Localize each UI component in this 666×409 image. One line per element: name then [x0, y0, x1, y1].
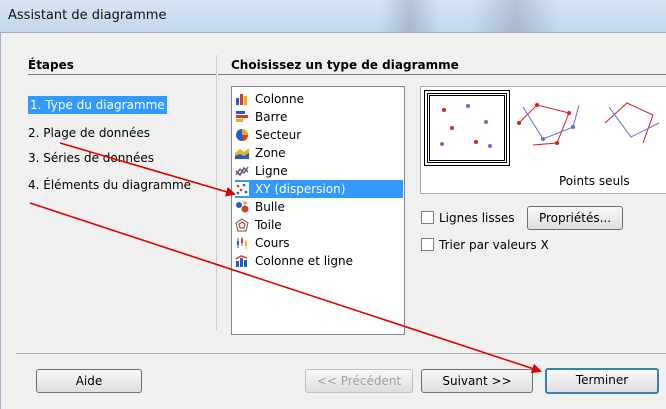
chart-type-label: Secteur	[255, 128, 302, 142]
points-lines-thumbnail	[517, 103, 580, 146]
chart-type-xy-scatter[interactable]: XY (dispersion)	[235, 180, 403, 198]
sort-by-x-checkbox[interactable]: Trier par valeurs X	[421, 236, 549, 254]
chart-type-label: Ligne	[255, 164, 288, 178]
title-bar: Assistant de diagramme	[0, 0, 666, 33]
variant-lines-only[interactable]	[597, 93, 666, 157]
chart-type-label: Toile	[255, 218, 282, 232]
chart-type-net[interactable]: Toile	[235, 216, 403, 234]
divider	[28, 74, 216, 75]
chart-type-bar[interactable]: Barre	[235, 108, 403, 126]
chart-type-column-line[interactable]: Colonne et ligne	[235, 252, 403, 270]
divider	[16, 353, 666, 354]
window-title: Assistant de diagramme	[8, 8, 167, 23]
lines-only-thumbnail	[604, 102, 660, 144]
pie-chart-icon	[236, 129, 248, 141]
titlebar-decoration	[470, 0, 560, 32]
chart-type-bubble[interactable]: Bulle	[235, 198, 403, 216]
divider	[218, 74, 666, 75]
help-button[interactable]: Aide	[36, 369, 142, 393]
chart-type-pie[interactable]: Secteur	[235, 126, 403, 144]
chart-type-list[interactable]: Colonne Barre Secteur Zone Ligne XY (dis…	[231, 86, 405, 335]
chart-type-line[interactable]: Ligne	[235, 162, 403, 180]
chart-type-label: Colonne et ligne	[255, 254, 353, 268]
chart-type-area[interactable]: Zone	[235, 144, 403, 162]
variant-points-lines[interactable]	[513, 93, 587, 157]
step-data-series[interactable]: 3. Séries de données	[28, 149, 154, 167]
chart-type-label: Barre	[255, 110, 288, 124]
column-line-chart-icon	[235, 255, 248, 267]
titlebar-decoration	[380, 0, 440, 32]
sort-by-x-label: Trier par valeurs X	[439, 238, 549, 252]
scatter-chart-icon	[235, 182, 249, 196]
area-chart-icon	[235, 148, 249, 159]
checkbox-box[interactable]	[421, 211, 434, 224]
variant-caption: Points seuls	[559, 174, 630, 188]
line-chart-icon	[235, 166, 249, 177]
bar-chart-icon	[236, 111, 248, 122]
chart-type-label: XY (dispersion)	[255, 182, 346, 196]
previous-button[interactable]: << Précédent	[305, 369, 413, 393]
stock-chart-icon	[237, 237, 247, 249]
chart-type-label: Cours	[255, 236, 290, 250]
step-type[interactable]: 1. Type du diagramme	[28, 96, 167, 114]
divider	[216, 55, 217, 330]
steps-heading: Étapes	[28, 58, 74, 72]
chart-type-label: Zone	[255, 146, 286, 160]
chart-variant-preview: Points seuls	[420, 86, 666, 194]
points-only-thumbnail	[440, 104, 492, 148]
finish-button[interactable]: Terminer	[545, 368, 659, 394]
next-button[interactable]: Suivant >>	[421, 369, 533, 393]
net-chart-icon	[235, 218, 249, 232]
chart-type-heading: Choisissez un type de diagramme	[231, 58, 459, 72]
chart-type-stock[interactable]: Cours	[235, 234, 403, 252]
properties-button[interactable]: Propriétés...	[527, 206, 623, 230]
step-data-range[interactable]: 2. Plage de données	[28, 124, 150, 142]
smooth-lines-checkbox[interactable]: Lignes lisses	[421, 209, 515, 227]
chart-type-label: Bulle	[255, 200, 285, 214]
checkbox-box[interactable]	[421, 238, 434, 251]
step-chart-elements[interactable]: 4. Éléments du diagramme	[28, 176, 191, 194]
variant-points-only[interactable]	[424, 90, 510, 166]
chart-type-column[interactable]: Colonne	[235, 90, 403, 108]
smooth-lines-label: Lignes lisses	[439, 211, 515, 225]
chart-type-label: Colonne	[255, 92, 304, 106]
bubble-chart-icon	[236, 201, 249, 213]
column-chart-icon	[236, 94, 247, 105]
